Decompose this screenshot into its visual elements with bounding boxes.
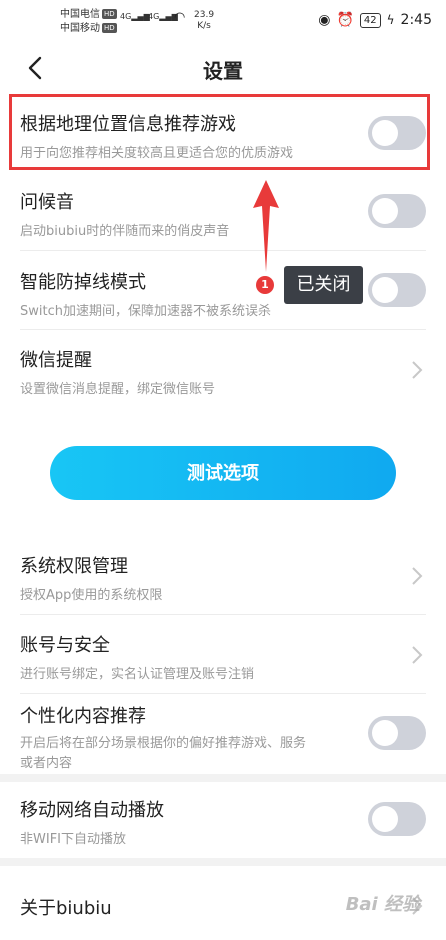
setting-subtitle: 非WIFI下自动播放 bbox=[20, 832, 126, 847]
annotation-marker: 1 bbox=[256, 276, 274, 294]
alarm-icon: ⏰ bbox=[336, 12, 354, 28]
toggle-knob bbox=[372, 720, 398, 746]
autoplay-toggle[interactable] bbox=[368, 802, 426, 836]
status-bar: 中国电信 HD 中国移动 HD 4G▂▄▆ 4G▂▄▆ ◠ 23.9 K/s ◉ ⏰… bbox=[0, 0, 446, 42]
setting-title: 系统权限管理 bbox=[20, 556, 128, 577]
chevron-right-icon bbox=[412, 361, 423, 379]
greeting-toggle[interactable] bbox=[368, 194, 426, 228]
carrier-1: 中国电信 HD bbox=[60, 9, 117, 20]
toggle-knob bbox=[372, 198, 398, 224]
setting-title: 微信提醒 bbox=[20, 350, 92, 371]
antidrop-toggle[interactable] bbox=[368, 273, 426, 307]
page-title: 设置 bbox=[203, 59, 243, 83]
personalized-toggle[interactable] bbox=[368, 716, 426, 750]
clock: 2:45 bbox=[400, 12, 432, 28]
signal-icon: 4G▂▄▆ bbox=[120, 12, 150, 21]
eye-icon: ◉ bbox=[318, 12, 331, 28]
highlight-box bbox=[9, 94, 430, 170]
setting-title: 关于biubiu bbox=[20, 898, 112, 919]
battery-indicator: 42 bbox=[359, 12, 381, 28]
header: 设置 bbox=[0, 42, 446, 94]
toggle-knob bbox=[372, 277, 398, 303]
setting-row-personalized: 个性化内容推荐 开启后将在部分场景根据你的偏好推荐游戏、服务 或者内容 bbox=[0, 694, 446, 774]
section-divider bbox=[0, 774, 446, 782]
setting-row-greeting: 问候音 启动biubiu时的伴随而来的俏皮声音 bbox=[0, 174, 446, 250]
carrier-2: 中国移动 HD bbox=[60, 23, 117, 34]
setting-subtitle-line2: 或者内容 bbox=[20, 756, 73, 771]
setting-title: 问候音 bbox=[20, 192, 74, 213]
chevron-right-icon bbox=[412, 567, 423, 585]
watermark: Bai 经验 bbox=[345, 894, 420, 915]
chevron-right-icon bbox=[412, 646, 423, 664]
toggle-knob bbox=[372, 806, 398, 832]
setting-row-wechat[interactable]: 微信提醒 设置微信消息提醒，绑定微信账号 bbox=[0, 330, 446, 408]
setting-row-antidrop: 智能防掉线模式 Switch加速期间，保障加速器不被系统误杀 bbox=[0, 251, 446, 329]
setting-subtitle: Switch加速期间，保障加速器不被系统误杀 bbox=[20, 304, 271, 319]
wifi-icon: ◠ bbox=[174, 10, 186, 25]
setting-subtitle: 进行账号绑定，实名认证管理及账号注销 bbox=[20, 667, 255, 682]
network-speed: 23.9 K/s bbox=[194, 10, 215, 31]
setting-subtitle: 设置微信消息提醒，绑定微信账号 bbox=[20, 382, 216, 397]
setting-row-account[interactable]: 账号与安全 进行账号绑定，实名认证管理及账号注销 bbox=[0, 615, 446, 693]
charging-icon: ϟ bbox=[386, 13, 395, 27]
setting-subtitle: 启动biubiu时的伴随而来的俏皮声音 bbox=[20, 224, 230, 239]
setting-title: 账号与安全 bbox=[20, 635, 110, 656]
arrow-up-icon bbox=[253, 180, 279, 272]
status-right: ◉ ⏰ 42 ϟ 2:45 bbox=[318, 12, 432, 28]
setting-row-permissions[interactable]: 系统权限管理 授权App使用的系统权限 bbox=[0, 536, 446, 614]
setting-row-autoplay: 移动网络自动播放 非WIFI下自动播放 bbox=[0, 782, 446, 858]
section-divider bbox=[0, 858, 446, 866]
setting-title: 个性化内容推荐 bbox=[20, 706, 146, 727]
test-options-button[interactable]: 测试选项 bbox=[50, 446, 396, 500]
setting-subtitle: 开启后将在部分场景根据你的偏好推荐游戏、服务 bbox=[20, 736, 307, 751]
setting-title: 移动网络自动播放 bbox=[20, 800, 164, 821]
setting-subtitle: 授权App使用的系统权限 bbox=[20, 588, 163, 603]
status-tooltip: 已关闭 bbox=[284, 266, 363, 304]
setting-title: 智能防掉线模式 bbox=[20, 272, 146, 293]
